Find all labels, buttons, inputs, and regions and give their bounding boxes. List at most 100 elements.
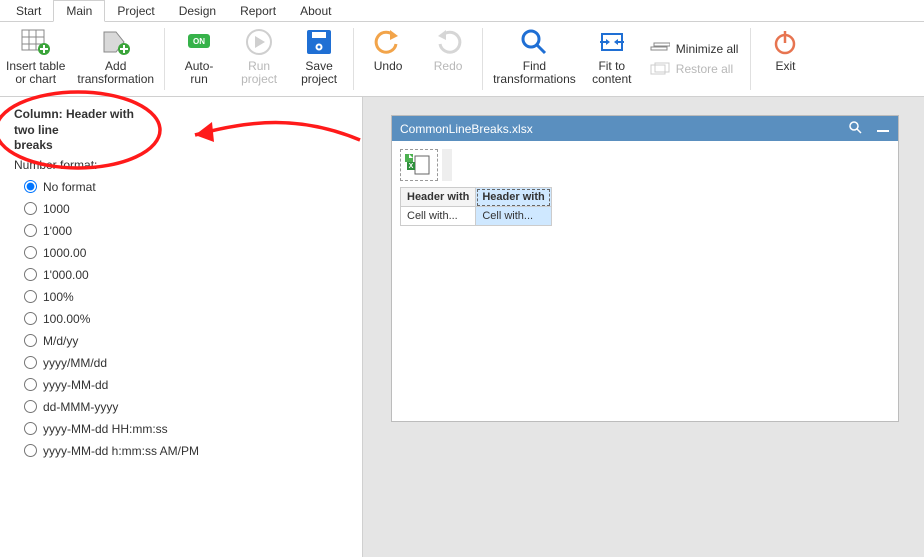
data-grid[interactable]: Header with Header with Cell with... Cel… (400, 187, 552, 226)
auto-run-button[interactable]: ON Auto-run (169, 22, 229, 96)
transform-plus-icon (100, 26, 132, 58)
column-heading: Column: Header withtwo linebreaks (14, 107, 348, 154)
format-option-12[interactable]: yyyy-MM-dd h:mm:ss AM/PM (24, 444, 348, 458)
exit-button[interactable]: Exit (755, 22, 815, 96)
format-option-2[interactable]: 1'000 (24, 224, 348, 238)
format-radio-5[interactable] (24, 290, 37, 303)
format-option-label: 1000.00 (43, 246, 86, 260)
restore-icon (650, 62, 670, 76)
format-option-9[interactable]: yyyy-MM-dd (24, 378, 348, 392)
exit-label: Exit (775, 60, 795, 73)
format-option-label: yyyy-MM-dd HH:mm:ss (43, 422, 168, 436)
format-option-3[interactable]: 1000.00 (24, 246, 348, 260)
format-radio-10[interactable] (24, 400, 37, 413)
format-option-label: dd-MMM-yyyy (43, 400, 118, 414)
grid-cell-0-1[interactable]: Cell with... (476, 207, 551, 226)
minimize-all-button[interactable]: Minimize all (650, 42, 739, 56)
top-nav: Start Main Project Design Report About (0, 0, 924, 22)
format-option-label: 1'000.00 (43, 268, 89, 282)
format-radio-4[interactable] (24, 268, 37, 281)
add-transformation-button[interactable]: Addtransformation (71, 22, 160, 96)
run-project-button[interactable]: Runproject (229, 22, 289, 96)
format-option-label: yyyy-MM-dd (43, 378, 108, 392)
insert-table-label: Insert tableor chart (6, 60, 65, 86)
format-option-4[interactable]: 1'000.00 (24, 268, 348, 282)
format-radio-11[interactable] (24, 422, 37, 435)
format-option-1[interactable]: 1000 (24, 202, 348, 216)
data-panel: CommonLineBreaks.xlsx (391, 115, 899, 422)
format-radio-8[interactable] (24, 356, 37, 369)
find-transformations-button[interactable]: Findtransformations (487, 22, 582, 96)
grid-header-1[interactable]: Header with (476, 188, 551, 207)
redo-label: Redo (434, 60, 463, 73)
format-radio-3[interactable] (24, 246, 37, 259)
save-project-label: Saveproject (301, 60, 337, 86)
format-radio-6[interactable] (24, 312, 37, 325)
format-option-label: 100% (43, 290, 74, 304)
format-option-label: 1'000 (43, 224, 72, 238)
tab-about[interactable]: About (288, 1, 343, 21)
format-radio-1[interactable] (24, 202, 37, 215)
format-option-label: yyyy/MM/dd (43, 356, 107, 370)
panel-titlebar[interactable]: CommonLineBreaks.xlsx (392, 116, 898, 141)
redo-button[interactable]: Redo (418, 22, 478, 96)
tab-main[interactable]: Main (53, 0, 105, 22)
svg-text:ON: ON (193, 37, 205, 46)
left-panel: Column: Header withtwo linebreaks Number… (0, 97, 362, 557)
number-format-label: Number format: (14, 158, 348, 172)
tab-design[interactable]: Design (167, 1, 228, 21)
panel-title-text: CommonLineBreaks.xlsx (400, 122, 533, 136)
tab-start[interactable]: Start (4, 1, 53, 21)
run-project-label: Runproject (241, 60, 277, 86)
panel-search-icon[interactable] (848, 120, 862, 137)
minimize-all-label: Minimize all (676, 42, 739, 56)
save-icon (303, 26, 335, 58)
auto-run-label: Auto-run (185, 60, 214, 86)
panel-minimize-icon[interactable] (876, 120, 890, 137)
format-option-11[interactable]: yyyy-MM-dd HH:mm:ss (24, 422, 348, 436)
minimize-icon (650, 42, 670, 56)
format-radio-2[interactable] (24, 224, 37, 237)
power-icon (769, 26, 801, 58)
format-option-label: No format (43, 180, 96, 194)
number-format-options: No format 1000 1'000 1000.00 1'000.00 100% 100… (14, 180, 348, 458)
format-radio-9[interactable] (24, 378, 37, 391)
svg-text:X: X (409, 163, 414, 170)
play-icon (243, 26, 275, 58)
excel-source-icon[interactable]: X (400, 149, 438, 181)
fit-to-content-button[interactable]: Fit tocontent (582, 22, 642, 96)
save-project-button[interactable]: Saveproject (289, 22, 349, 96)
insert-table-button[interactable]: Insert tableor chart (0, 22, 71, 96)
undo-icon (372, 26, 404, 58)
format-option-6[interactable]: 100.00% (24, 312, 348, 326)
undo-button[interactable]: Undo (358, 22, 418, 96)
format-option-label: yyyy-MM-dd h:mm:ss AM/PM (43, 444, 199, 458)
fit-to-content-label: Fit tocontent (592, 60, 631, 86)
fit-icon (596, 26, 628, 58)
tab-report[interactable]: Report (228, 1, 288, 21)
grid-cell-0-0[interactable]: Cell with... (401, 207, 476, 226)
grid-header-0[interactable]: Header with (401, 188, 476, 207)
find-transformations-label: Findtransformations (493, 60, 576, 86)
format-option-10[interactable]: dd-MMM-yyyy (24, 400, 348, 414)
auto-on-icon: ON (183, 26, 215, 58)
format-option-8[interactable]: yyyy/MM/dd (24, 356, 348, 370)
format-radio-7[interactable] (24, 334, 37, 347)
format-option-label: M/d/yy (43, 334, 78, 348)
right-workspace: CommonLineBreaks.xlsx (362, 97, 924, 557)
undo-label: Undo (374, 60, 403, 73)
tab-project[interactable]: Project (105, 1, 166, 21)
redo-icon (432, 26, 464, 58)
format-radio-0[interactable] (24, 180, 37, 193)
format-radio-12[interactable] (24, 444, 37, 457)
spacer-cell (442, 149, 452, 181)
restore-all-label: Restore all (676, 62, 733, 76)
grid-plus-icon (20, 26, 52, 58)
format-option-label: 100.00% (43, 312, 90, 326)
format-option-5[interactable]: 100% (24, 290, 348, 304)
add-transformation-label: Addtransformation (77, 60, 154, 86)
format-option-7[interactable]: M/d/yy (24, 334, 348, 348)
restore-all-button[interactable]: Restore all (650, 62, 739, 76)
format-option-0[interactable]: No format (24, 180, 348, 194)
magnifier-icon (518, 26, 550, 58)
